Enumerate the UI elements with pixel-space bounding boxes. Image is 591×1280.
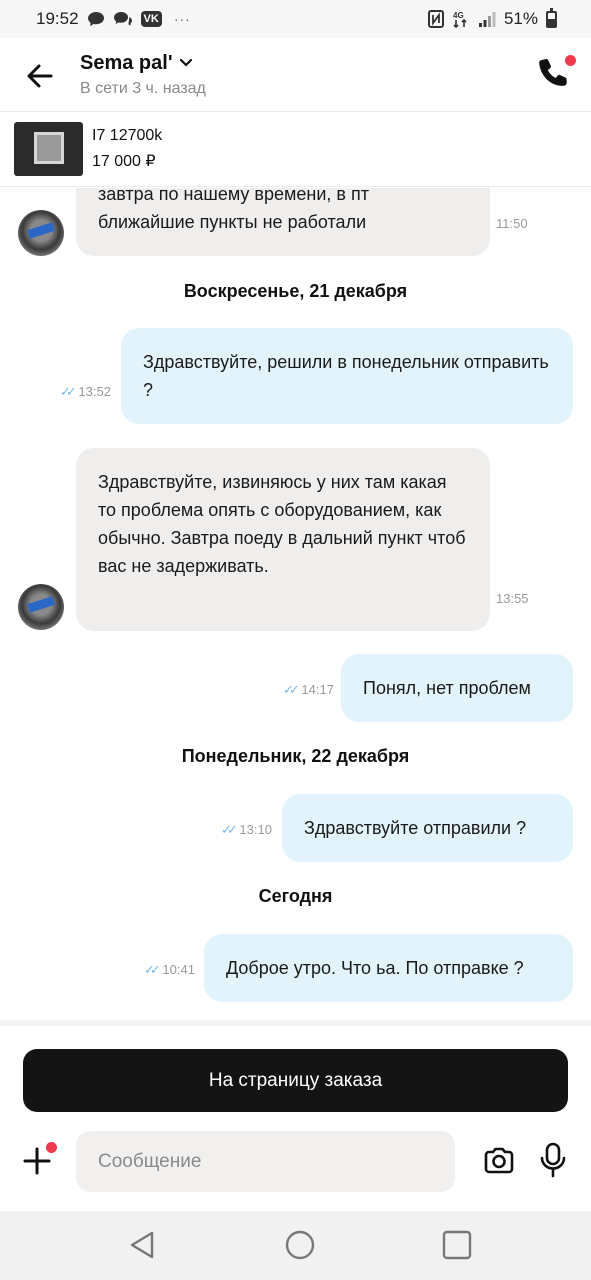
chat-bubble-icon <box>87 11 105 27</box>
battery-icon <box>546 7 557 28</box>
nfc-icon <box>427 10 444 28</box>
chevron-down-icon <box>179 55 193 73</box>
contact-name-dropdown[interactable]: Sema pal' <box>80 52 193 75</box>
order-page-button[interactable]: На страницу заказа <box>23 1049 568 1112</box>
message-text: Понял, нет проблем <box>363 678 531 698</box>
status-time: 19:52 <box>36 9 79 28</box>
arrow-left-icon[interactable] <box>24 60 56 92</box>
product-title: I7 12700k <box>92 127 163 144</box>
chat-header: Sema pal' В сети 3 ч. назад <box>0 38 591 112</box>
divider <box>0 1020 591 1026</box>
date-separator: Сегодня <box>258 886 333 906</box>
read-checkmarks-icon: ✓✓ <box>221 822 238 837</box>
message-time: ✓✓ 10:41 <box>144 962 195 977</box>
attach-plus-icon[interactable] <box>22 1142 57 1177</box>
message-bubble-outgoing[interactable]: Здравствуйте, решили в понедельник отпра… <box>121 328 573 424</box>
message-text: Здравствуйте отправили ? <box>304 818 527 838</box>
message-bubble-outgoing[interactable]: Здравствуйте отправили ? <box>282 794 573 862</box>
product-card[interactable]: I7 12700k 17 000 ₽ <box>0 112 591 187</box>
read-checkmarks-icon: ✓✓ <box>144 962 161 977</box>
nav-recents-icon[interactable] <box>441 1229 473 1261</box>
product-price: 17 000 ₽ <box>92 153 156 170</box>
nav-home-icon[interactable] <box>284 1229 316 1261</box>
message-time: ✓✓ 13:10 <box>221 822 272 837</box>
message-input[interactable] <box>76 1131 455 1192</box>
message-text: Доброе утро. Что ьа. По отправке ? <box>226 958 524 978</box>
more-notifications-icon: ··· <box>173 11 191 27</box>
date-separator: Воскресенье, 21 декабря <box>183 281 408 301</box>
product-thumbnail <box>14 122 83 176</box>
call-notification-dot <box>565 55 576 66</box>
nav-back-icon[interactable] <box>126 1229 158 1261</box>
attach-notification-dot <box>46 1142 57 1153</box>
message-bubble-incoming[interactable]: Здравствуйте, извиняюсь у них там какая … <box>76 448 490 631</box>
chat-bubbles-icon <box>113 11 133 27</box>
date-separator: Понедельник, 22 декабря <box>181 746 410 766</box>
message-list[interactable]: завтра по нашему времени, в пт ближайшие… <box>0 188 591 1020</box>
message-text: Здравствуйте, решили в понедельник отпра… <box>143 352 549 400</box>
contact-name: Sema pal' <box>80 52 173 74</box>
message-time: 11:50 <box>496 216 528 231</box>
message-time: ✓✓ 14:17 <box>283 682 334 697</box>
system-navigation-bar <box>0 1211 591 1280</box>
read-checkmarks-icon: ✓✓ <box>283 682 300 697</box>
avatar[interactable] <box>18 210 64 256</box>
message-bubble-incoming[interactable]: завтра по нашему времени, в пт ближайшие… <box>76 188 490 256</box>
battery-percent: 51% <box>503 9 538 28</box>
message-time: 13:55 <box>496 591 529 606</box>
camera-icon[interactable] <box>482 1144 516 1178</box>
message-text: Здравствуйте, извиняюсь у них там какая … <box>98 472 466 576</box>
avatar[interactable] <box>18 584 64 630</box>
message-bubble-outgoing[interactable]: Доброе утро. Что ьа. По отправке ? <box>204 934 573 1002</box>
svg-text:4G: 4G <box>453 11 464 20</box>
message-time: ✓✓ 13:52 <box>60 384 111 399</box>
status-bar: 19:52 VK ··· 4G 51% <box>0 0 591 38</box>
read-checkmarks-icon: ✓✓ <box>60 384 77 399</box>
vk-icon: VK <box>140 11 162 27</box>
online-status: В сети 3 ч. назад <box>80 80 206 97</box>
message-text: завтра по нашему времени, в пт ближайшие… <box>98 188 369 232</box>
phone-icon[interactable] <box>537 55 576 90</box>
message-bubble-outgoing[interactable]: Понял, нет проблем <box>341 654 573 722</box>
microphone-icon[interactable] <box>538 1142 568 1178</box>
signal-icon <box>478 11 496 27</box>
network-4g-icon: 4G <box>452 10 470 28</box>
